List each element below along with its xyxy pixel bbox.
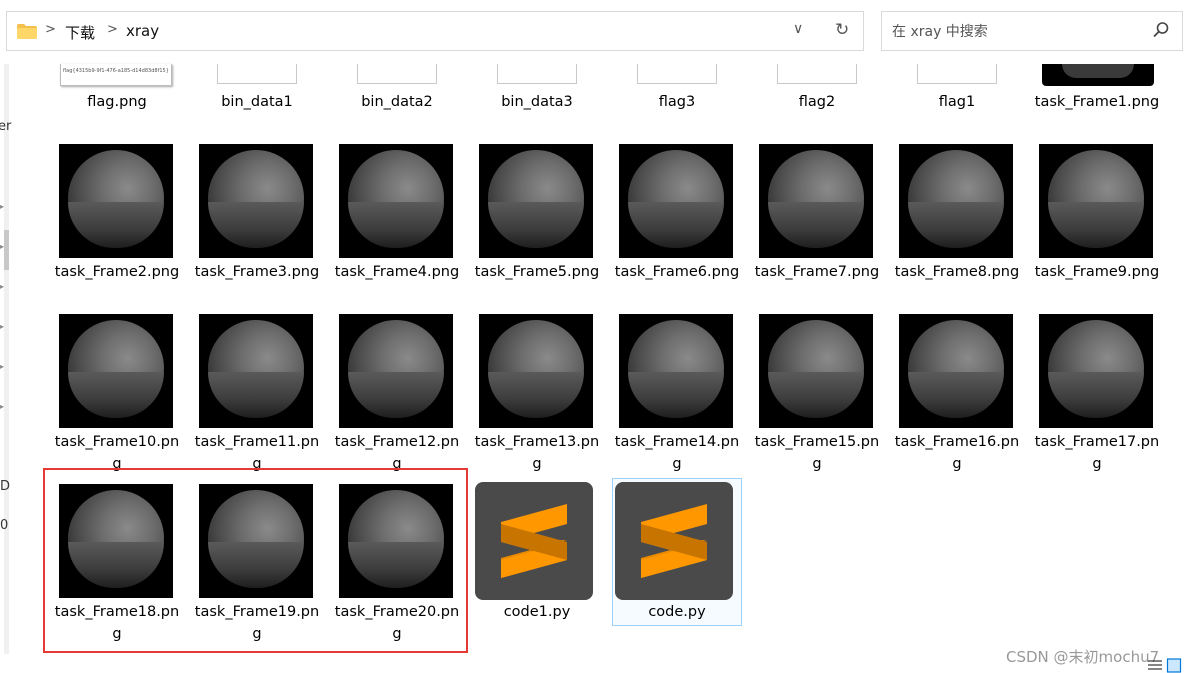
search-box[interactable] (881, 11, 1183, 51)
file-name-label: task_Frame9.png (1034, 264, 1160, 280)
xray-thumbnail (1042, 64, 1154, 86)
file-name-label: task_Frame4.png (334, 264, 460, 280)
large-icons-view-icon[interactable] (1166, 655, 1182, 673)
file-name-label: flag1 (938, 94, 976, 110)
breadcrumb-xray[interactable]: xray (126, 22, 159, 40)
refresh-icon[interactable]: ↻ (835, 20, 849, 40)
chevron-right-icon[interactable]: ▸ (0, 322, 4, 331)
file-thumbnail (217, 64, 297, 84)
search-icon[interactable] (1152, 21, 1170, 39)
file-name-label: flag.png (87, 94, 147, 110)
flag-thumbnail-text: flag{4315b9-9f1-476-a185-d14d83d8f15} (63, 68, 169, 74)
search-input[interactable] (890, 21, 1154, 43)
breadcrumb-downloads[interactable]: 下载 (65, 22, 95, 43)
chevron-right-icon: > (107, 22, 118, 37)
file-thumbnail (637, 64, 717, 84)
file-name-label: task_Frame8.png (894, 264, 1020, 280)
details-view-icon[interactable] (1147, 655, 1163, 673)
file-thumbnail (357, 64, 437, 84)
file-name-label: task_Frame7.png (754, 264, 880, 280)
folder-icon (17, 24, 37, 39)
xray-thumbnail (339, 314, 453, 428)
annotation-highlight-box (43, 468, 468, 653)
chevron-right-icon[interactable]: ▸ (0, 202, 4, 211)
sublime-text-icon (615, 482, 733, 600)
file-name-label: bin_data3 (501, 94, 573, 110)
chevron-right-icon[interactable]: ▸ (0, 282, 4, 291)
scrollbar-track[interactable] (4, 64, 9, 654)
file-name-label: task_Frame1.png (1034, 94, 1160, 110)
file-name-label: task_Frame16.png (894, 434, 1020, 472)
xray-thumbnail (899, 314, 1013, 428)
file-name-label: task_Frame3.png (194, 264, 320, 280)
xray-thumbnail (199, 144, 313, 258)
xray-thumbnail (59, 314, 173, 428)
file-name-label: flag3 (658, 94, 696, 110)
file-name-label: task_Frame15.png (754, 434, 880, 472)
xray-thumbnail (199, 314, 313, 428)
chevron-right-icon[interactable]: ▸ (0, 362, 4, 371)
xray-thumbnail (899, 144, 1013, 258)
image-thumbnail: flag{4315b9-9f1-476-a185-d14d83d8f15} (60, 64, 172, 86)
scrollbar-thumb[interactable] (4, 230, 9, 270)
xray-thumbnail (759, 144, 873, 258)
file-name-label: task_Frame14.png (614, 434, 740, 472)
xray-thumbnail (1039, 144, 1153, 258)
chevron-right-icon[interactable]: ▸ (0, 242, 4, 251)
xray-thumbnail (339, 144, 453, 258)
xray-thumbnail (619, 144, 733, 258)
file-name-label: bin_data1 (221, 94, 293, 110)
chevron-down-icon[interactable]: ∨ (793, 21, 803, 37)
file-name-label: flag2 (798, 94, 836, 110)
file-name-label: bin_data2 (361, 94, 433, 110)
toolbar: > 下载 > xray ∨ ↻ (0, 0, 1184, 64)
chevron-right-icon[interactable]: ▸ (0, 402, 4, 411)
file-thumbnail (777, 64, 857, 84)
xray-thumbnail (479, 314, 593, 428)
navigation-pane: er ▸ ▸ ▸ ▸ ▸ ▸ D 0 (0, 64, 16, 673)
nav-text-fragment: er (0, 119, 12, 134)
file-thumbnail (917, 64, 997, 84)
file-name-label: task_Frame5.png (474, 264, 600, 280)
file-name-label: task_Frame17.png (1034, 434, 1160, 472)
sublime-text-icon (475, 482, 593, 600)
file-name-label: code.py (648, 604, 706, 620)
address-bar[interactable]: > 下载 > xray ∨ ↻ (6, 11, 864, 51)
xray-thumbnail (619, 314, 733, 428)
nav-text-fragment: D (0, 479, 11, 494)
watermark: CSDN @末初mochu7 (1006, 648, 1160, 666)
file-name-label: task_Frame13.png (474, 434, 600, 472)
file-thumbnail (497, 64, 577, 84)
xray-thumbnail (59, 144, 173, 258)
file-name-label: code1.py (503, 604, 571, 620)
xray-thumbnail (479, 144, 593, 258)
file-name-label: task_Frame2.png (54, 264, 180, 280)
file-name-label: task_Frame6.png (614, 264, 740, 280)
xray-thumbnail (759, 314, 873, 428)
chevron-right-icon: > (45, 22, 56, 37)
nav-text-fragment: 0 (0, 518, 9, 533)
xray-thumbnail (1039, 314, 1153, 428)
